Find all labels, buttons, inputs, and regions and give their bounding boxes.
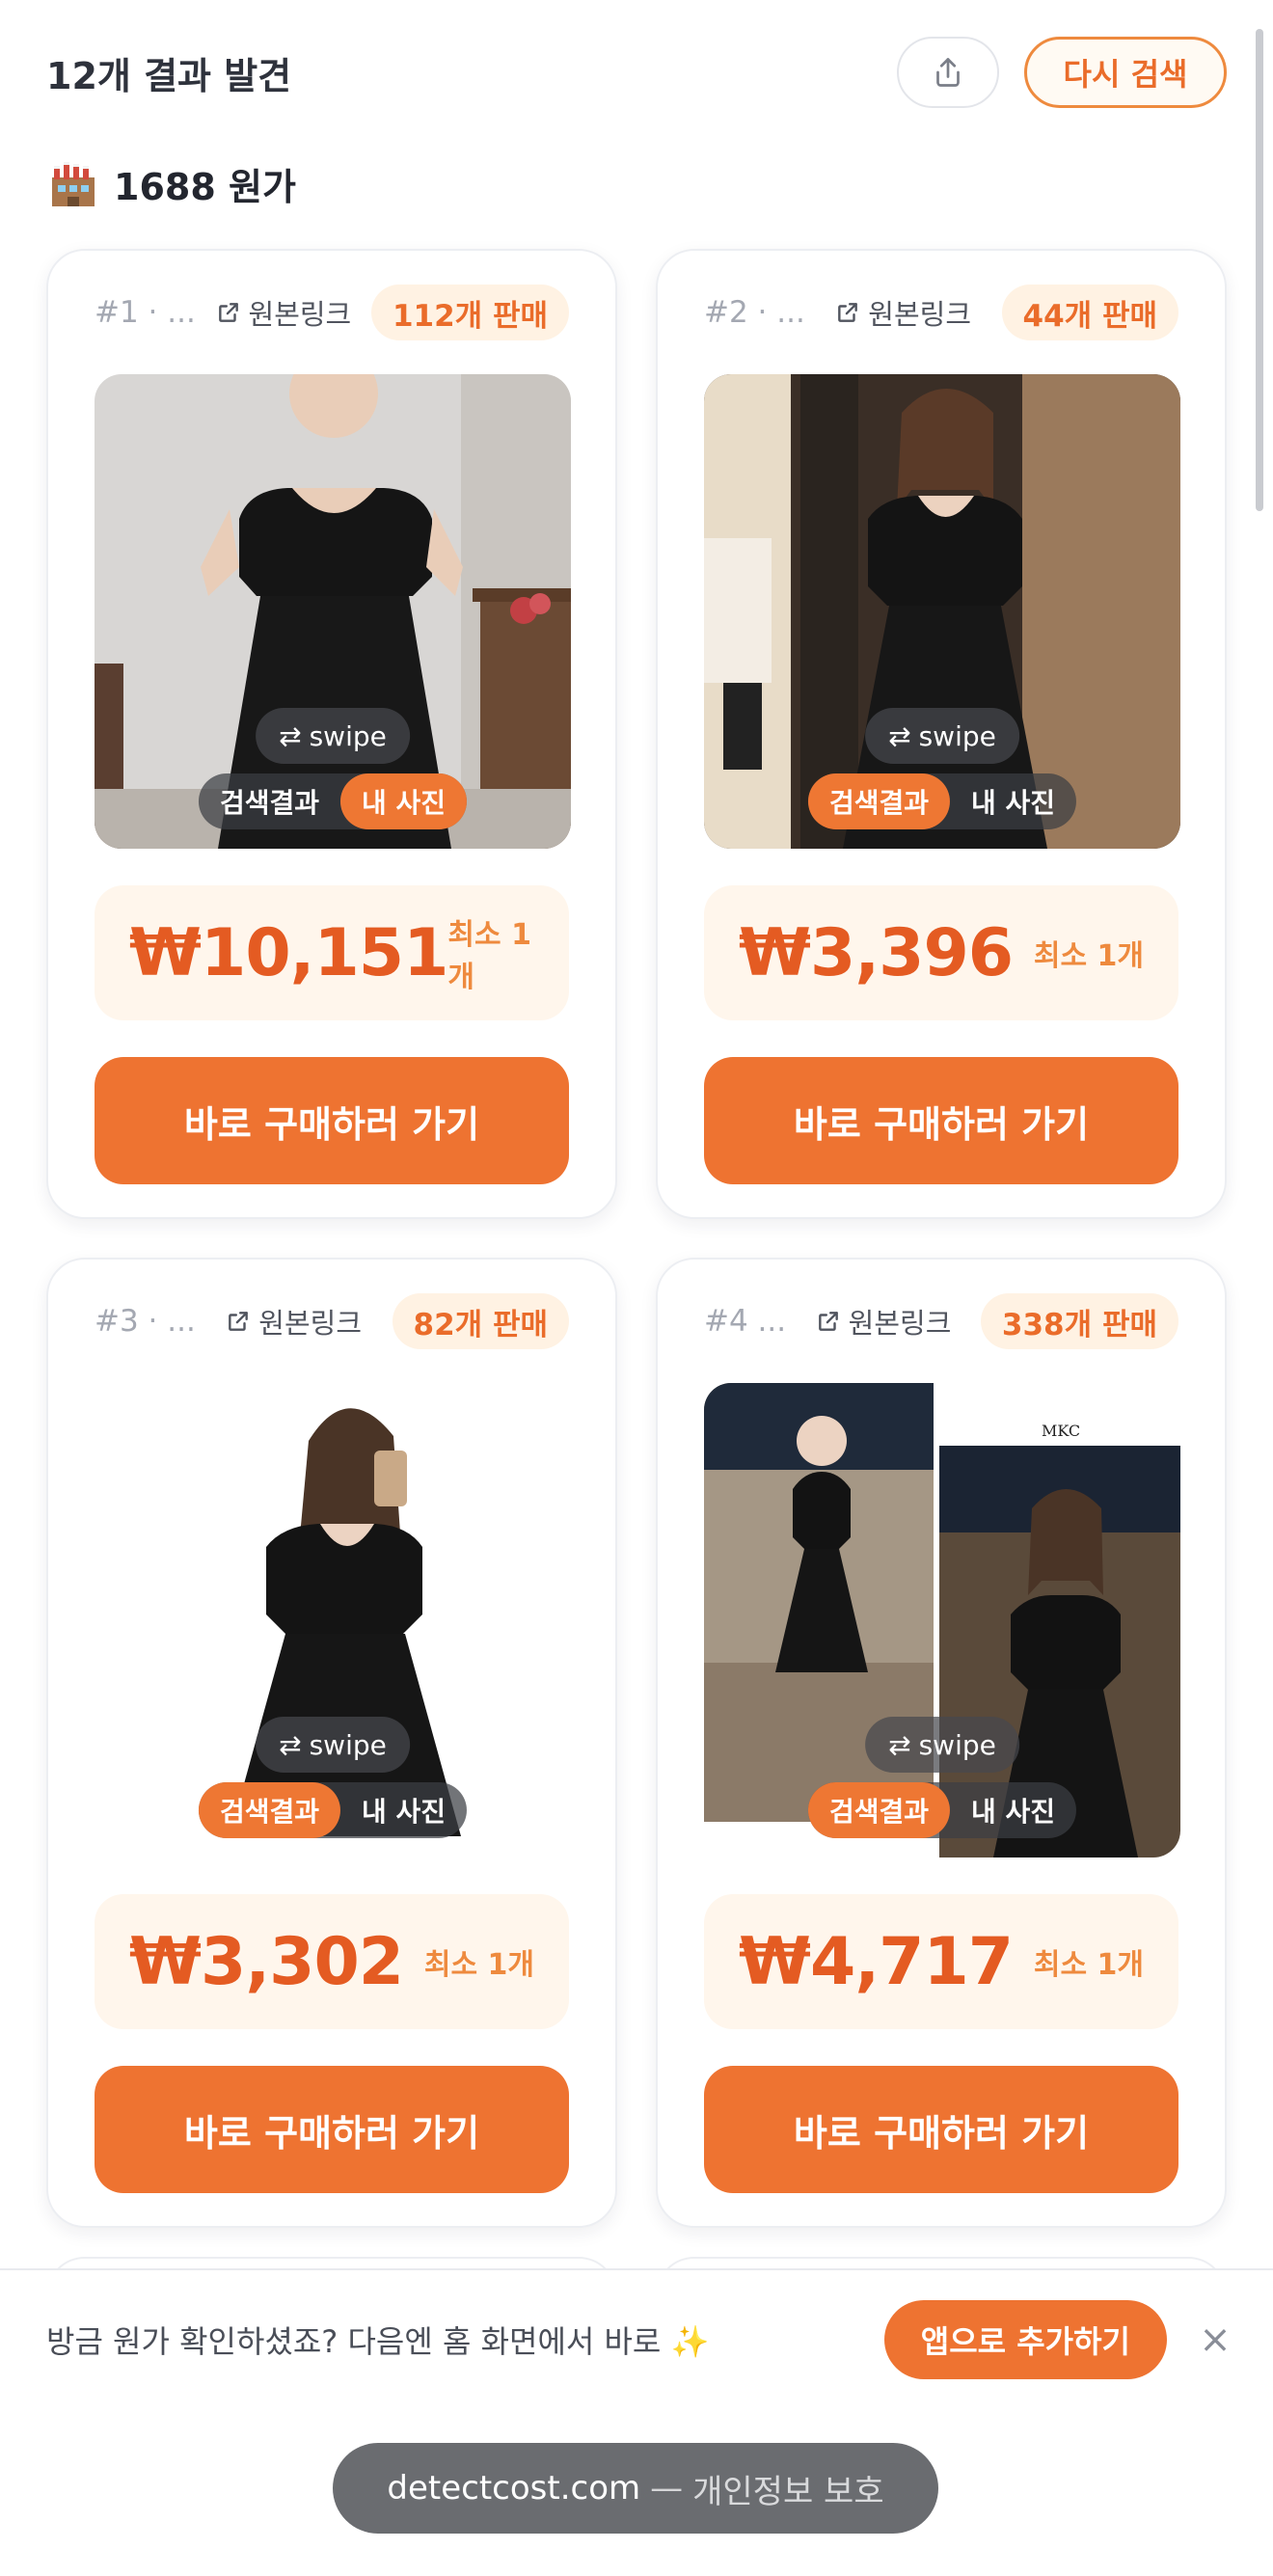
source-link-label: 원본링크 <box>848 1307 952 1340</box>
card-top: #4 ... 원본링크 338개 판매 <box>704 1260 1178 1383</box>
product-card: #3 · ... 원본링크 82개 판매 ⇄ swipe 검색결과 내 사진 ₩… <box>46 1258 617 2228</box>
image-toggle: 검색결과 내 사진 <box>198 1782 468 1838</box>
header-actions: 다시 검색 <box>897 37 1227 108</box>
results-page: 12개 결과 발견 다시 검색 1688 원가 #1 · ... 원본링크 11… <box>0 0 1273 2576</box>
section-title-text: 1688 원가 <box>114 165 296 208</box>
product-photo[interactable]: MKC ⇄ swipe 검색결과 내 사진 <box>704 1383 1180 1857</box>
swap-icon: ⇄ <box>279 1728 302 1761</box>
toggle-my-photo[interactable]: 내 사진 <box>950 773 1076 829</box>
min-order: 최소 1개 <box>1033 939 1144 973</box>
card-top: #2 · ... 원본링크 44개 판매 <box>704 251 1178 374</box>
research-button[interactable]: 다시 검색 <box>1024 37 1227 108</box>
price-box: ₩3,302 최소 1개 <box>95 1894 569 2029</box>
swipe-hint: ⇄ swipe <box>256 708 410 764</box>
swipe-label: swipe <box>918 1728 996 1761</box>
toggle-my-photo[interactable]: 내 사진 <box>950 1782 1076 1838</box>
price-box: ₩10,151 최소 1개 <box>95 885 569 1020</box>
factory-icon <box>52 162 95 206</box>
share-button[interactable] <box>897 37 999 108</box>
product-grid: #1 · ... 원본링크 112개 판매 ⇄ swipe 검색결과 내 사진 … <box>46 249 1227 2228</box>
min-order: 최소 1개 <box>1033 1948 1144 1982</box>
result-count: 12개 결과 발견 <box>46 54 292 97</box>
toggle-my-photo[interactable]: 내 사진 <box>340 1782 467 1838</box>
install-banner-text: 방금 원가 확인하셨죠? 다음엔 홈 화면에서 바로 ✨ <box>46 2323 710 2360</box>
image-toggle: 검색결과 내 사진 <box>198 773 468 829</box>
price-box: ₩3,396 최소 1개 <box>704 885 1178 1020</box>
buy-now-button[interactable]: 바로 구매하러 가기 <box>704 1057 1178 1184</box>
source-link[interactable]: 원본링크 <box>226 1301 362 1342</box>
price: ₩3,302 <box>129 1923 404 2000</box>
toggle-my-photo[interactable]: 내 사진 <box>340 773 468 829</box>
swipe-hint: ⇄ swipe <box>865 708 1019 764</box>
card-top: #1 · ... 원본링크 112개 판매 <box>95 251 569 374</box>
external-link-icon <box>818 1312 838 1331</box>
source-link[interactable]: 원본링크 <box>216 292 352 333</box>
external-link-icon <box>218 303 238 322</box>
rank-label: #2 · ... <box>704 295 805 330</box>
min-order: 최소 1개 <box>447 918 531 994</box>
add-to-home-button[interactable]: 앱으로 추가하기 <box>883 2300 1167 2379</box>
product-card: #1 · ... 원본링크 112개 판매 ⇄ swipe 검색결과 내 사진 … <box>46 249 617 1219</box>
swap-icon: ⇄ <box>888 719 911 752</box>
swipe-label: swipe <box>309 719 387 752</box>
rank-label: #3 · ... <box>95 1304 196 1339</box>
toggle-search-result[interactable]: 검색결과 <box>807 1782 951 1838</box>
buy-now-button[interactable]: 바로 구매하러 가기 <box>95 1057 569 1184</box>
results-header: 12개 결과 발견 다시 검색 <box>46 35 1227 110</box>
external-link-icon <box>229 1312 249 1331</box>
buy-now-button[interactable]: 바로 구매하러 가기 <box>704 2066 1178 2193</box>
toggle-search-result[interactable]: 검색결과 <box>199 773 340 829</box>
price: ₩4,717 <box>739 1923 1014 2000</box>
close-icon[interactable]: × <box>1196 2318 1234 2362</box>
swipe-label: swipe <box>309 1728 387 1761</box>
source-link-label: 원본링크 <box>258 1307 363 1340</box>
source-link[interactable]: 원본링크 <box>835 292 971 333</box>
source-link[interactable]: 원본링크 <box>816 1301 952 1342</box>
image-toggle: 검색결과 내 사진 <box>807 1782 1077 1838</box>
install-banner-row: 방금 원가 확인하셨죠? 다음엔 홈 화면에서 바로 ✨ 앱으로 추가하기 × <box>46 2299 1234 2380</box>
source-link-label: 원본링크 <box>248 298 352 331</box>
product-card: #4 ... 원본링크 338개 판매 MKC ⇄ swipe 검색결과 내 사… <box>656 1258 1227 2228</box>
install-banner-actions: 앱으로 추가하기 × <box>883 2300 1234 2379</box>
price-box: ₩4,717 최소 1개 <box>704 1894 1178 2029</box>
price: ₩3,396 <box>739 914 1014 991</box>
scrollbar[interactable] <box>1256 29 1263 511</box>
image-toggle: 검색결과 내 사진 <box>807 773 1077 829</box>
toggle-search-result[interactable]: 검색결과 <box>198 1782 341 1838</box>
product-photo[interactable]: ⇄ swipe 검색결과 내 사진 <box>704 374 1180 849</box>
section-title: 1688 원가 <box>46 154 296 212</box>
share-icon <box>936 58 960 87</box>
footer-separator: — <box>650 2469 684 2508</box>
swipe-hint: ⇄ swipe <box>256 1717 410 1773</box>
rank-label: #1 · ... <box>95 295 196 330</box>
sold-badge: 82개 판매 <box>392 1293 569 1349</box>
swipe-label: swipe <box>918 719 996 752</box>
rank-label: #4 ... <box>704 1304 787 1339</box>
toggle-search-result[interactable]: 검색결과 <box>807 773 951 829</box>
footer-privacy: 개인정보 보호 <box>692 2472 884 2511</box>
min-order: 최소 1개 <box>423 1948 534 1982</box>
swap-icon: ⇄ <box>888 1728 911 1761</box>
product-photo[interactable]: ⇄ swipe 검색결과 내 사진 <box>95 374 571 849</box>
product-photo[interactable]: ⇄ swipe 검색결과 내 사진 <box>95 1383 571 1857</box>
footer-domain: detectcost.com <box>387 2469 641 2508</box>
swipe-hint: ⇄ swipe <box>865 1717 1019 1773</box>
source-link-label: 원본링크 <box>868 298 972 331</box>
sold-badge: 112개 판매 <box>370 285 569 340</box>
buy-now-button[interactable]: 바로 구매하러 가기 <box>95 2066 569 2193</box>
watermark-text: MKC <box>1042 1422 1080 1440</box>
product-card: #2 · ... 원본링크 44개 판매 ⇄ swipe 검색결과 내 사진 ₩… <box>656 249 1227 1219</box>
sold-badge: 338개 판매 <box>980 1293 1178 1349</box>
swap-icon: ⇄ <box>279 719 302 752</box>
sold-badge: 44개 판매 <box>1001 285 1178 340</box>
footer-pill[interactable]: detectcost.com — 개인정보 보호 <box>333 2443 938 2534</box>
price: ₩10,151 <box>129 914 448 991</box>
external-link-icon <box>838 303 858 322</box>
card-top: #3 · ... 원본링크 82개 판매 <box>95 1260 569 1383</box>
